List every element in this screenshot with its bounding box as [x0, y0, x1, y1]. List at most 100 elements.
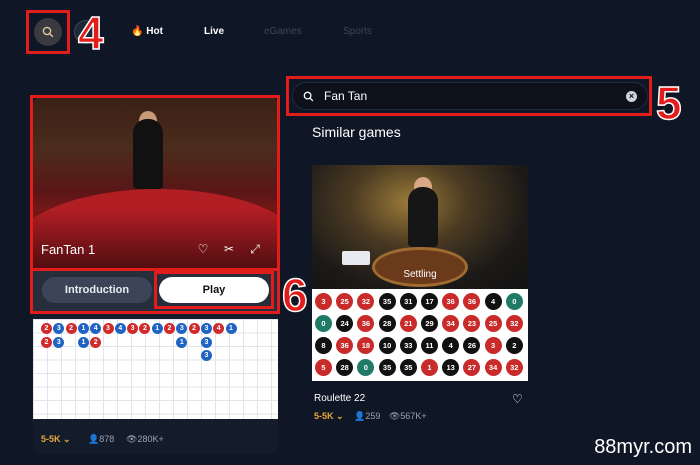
result-number: 0: [315, 315, 332, 332]
player-count: 👤878: [88, 434, 114, 445]
result-number: 5: [315, 359, 332, 376]
result-number: 25: [336, 293, 354, 310]
result-number: 33: [399, 337, 417, 354]
result-number: 23: [463, 315, 481, 332]
game-title: Roulette 22: [314, 393, 366, 404]
nav-item-label: Hot: [146, 26, 163, 37]
result-number: 28: [336, 359, 354, 376]
road-bead: 3: [102, 323, 114, 334]
step-number-6: 6: [281, 269, 308, 321]
flame-icon: 🔥: [131, 26, 144, 37]
view-count: 👁567K+: [389, 411, 427, 421]
road-bead: 4: [213, 323, 225, 334]
road-bead: 2: [139, 323, 151, 334]
player-count: 👤259: [354, 411, 380, 421]
result-number: 26: [463, 337, 481, 354]
road-bead: 2: [41, 336, 52, 348]
road-bead: 1: [225, 323, 237, 334]
result-number: 34: [484, 359, 502, 376]
result-number: 35: [378, 359, 396, 376]
top-nav: 4 🔥 Hot Live eGames Sports: [0, 0, 700, 62]
chevron-down-icon: ⌄: [63, 434, 71, 444]
result-number: 11: [421, 337, 438, 354]
section-title: Similar games: [312, 124, 401, 140]
result-number: 35: [399, 359, 417, 376]
user-icon: 👤: [354, 411, 366, 421]
road-bead: 1: [176, 336, 188, 348]
card-footer: 5-5K ⌄ 👤878 👁280K+: [33, 423, 278, 454]
roulette-wheel-graphic: [372, 247, 468, 287]
step-number-5: 5: [655, 77, 682, 129]
road-bead: 2: [164, 323, 175, 334]
highlight-box-search: [26, 10, 70, 54]
road-bead: 4: [90, 323, 102, 334]
user-icon: 👤: [88, 434, 100, 444]
result-number: 3: [315, 293, 332, 310]
game-card-roulette[interactable]: Settling 3 25 32 35 31 17 36 36 4 0 0 24 36 28 21 29 34 2…: [312, 165, 528, 421]
card-footer: 5-5K ⌄ 👤259 👁567K+: [314, 411, 427, 422]
result-number: 36: [336, 337, 354, 354]
player-count-value: 259: [365, 411, 381, 421]
road-bead: 2: [41, 323, 52, 334]
road-bead: 1: [151, 323, 163, 334]
result-number: 1: [421, 359, 438, 376]
result-number: 17: [421, 293, 438, 310]
road-bead: 3: [176, 323, 188, 334]
result-road: 22332114234321231233341: [33, 319, 278, 419]
road-bead: 2: [188, 323, 200, 334]
road-bead: 3: [200, 350, 212, 361]
result-number: 4: [484, 293, 502, 310]
bet-limit[interactable]: 5-5K ⌄: [314, 411, 344, 421]
result-number: 36: [442, 293, 460, 310]
result-number: 31: [399, 293, 417, 310]
highlight-box-searchbar: [286, 76, 652, 116]
result-number: 10: [378, 337, 396, 354]
result-number: 8: [315, 337, 332, 354]
nav-item-sports[interactable]: Sports: [343, 26, 372, 37]
result-number: 25: [484, 315, 502, 332]
result-number: 28: [378, 315, 396, 332]
eye-icon: 👁: [388, 411, 401, 421]
result-number: 27: [463, 359, 481, 376]
results-board: 3 25 32 35 31 17 36 36 4 0 0 24 36 28 21 29 34 23 25 32 8 36 1…: [312, 289, 528, 381]
road-bead: 1: [77, 323, 89, 334]
status-text: Settling: [403, 269, 437, 280]
bet-limit-label: 5-5K: [314, 411, 334, 421]
road-bead: 2: [90, 336, 102, 348]
result-number: 36: [357, 315, 375, 332]
view-count-value: 567K+: [400, 411, 427, 421]
logo: [342, 251, 370, 265]
result-number: 29: [421, 315, 438, 332]
result-number: 32: [505, 315, 523, 332]
result-number: 18: [357, 337, 375, 354]
nav-item-live[interactable]: Live: [204, 26, 224, 37]
result-number: 32: [505, 359, 523, 376]
road-bead: 3: [127, 323, 139, 334]
result-number: 13: [442, 359, 460, 376]
result-number: 0: [505, 293, 523, 310]
result-number: 32: [357, 293, 375, 310]
result-number: 0: [357, 359, 375, 376]
highlight-box-card: [30, 95, 280, 271]
road-bead: 3: [200, 336, 212, 348]
eye-icon: 👁: [126, 434, 138, 444]
view-count: 👁280K+: [126, 434, 164, 445]
nav-item-hot[interactable]: 🔥 Hot: [131, 26, 163, 37]
result-number: 24: [336, 315, 354, 332]
result-number: 34: [442, 315, 460, 332]
road-bead: 3: [53, 323, 65, 334]
heart-icon[interactable]: ♡: [512, 392, 523, 406]
watermark: 88myr.com: [594, 436, 692, 458]
dealer-graphic: [408, 187, 438, 247]
nav-item-egames[interactable]: eGames: [264, 26, 302, 37]
view-count-value: 280K+: [137, 434, 164, 444]
result-number: 2: [505, 337, 523, 354]
road-bead: 3: [200, 323, 212, 334]
bet-limit[interactable]: 5-5K ⌄: [41, 434, 71, 445]
bet-limit-label: 5-5K: [41, 434, 61, 444]
player-count-value: 878: [99, 434, 115, 444]
result-number: 3: [484, 337, 502, 354]
road-bead: 2: [65, 323, 77, 334]
road-bead: 4: [114, 323, 126, 334]
highlight-box-play: [154, 271, 274, 309]
